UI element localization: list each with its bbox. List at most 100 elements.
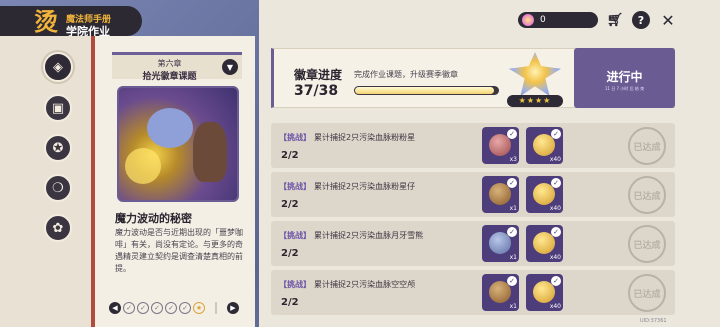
check-icon: ✓ [551,227,561,237]
task-row: 【挑战】 累计捕捉2只污染血脉月牙雪熊 2/2 ✓ x1 ✓ x40 已达成 [271,221,675,266]
reward-item[interactable]: ✓ x40 [526,176,563,213]
reward-item[interactable]: ✓ x3 [482,127,519,164]
task-count: 2/2 [281,297,299,308]
page-dot-current[interactable]: ★ [193,302,205,314]
page-dot-completed[interactable]: ✓ [151,302,163,314]
reward-item[interactable]: ✓ x1 [482,176,519,213]
check-icon: ✓ [551,276,561,286]
check-icon: ✓ [551,178,561,188]
header-title: 烫 魔法师手册 学院作业 [0,6,142,38]
chevron-down-icon[interactable]: ▼ [222,59,238,75]
reward-qty: x1 [509,205,517,212]
task-tag: 【挑战】 [279,231,311,240]
status-panel: 进行中 11 日 7 小时 后 结 束 [574,48,675,108]
task-text: 累计捕捉2只污染血脉粉粉星 [314,133,416,142]
task-row: 【挑战】 累计捕捉2只污染血脉空空颅 2/2 ✓ x1 ✓ x40 已达成 [271,270,675,315]
chapter-number: 第六章 [157,59,182,68]
gift-icon: ▣ [51,100,65,116]
reward-qty: x40 [549,205,561,212]
chapter-card: 第六章 拾光徽章课题 ▼ 魔力波动的秘密 魔力波动是否与近期出现的「噩梦咖啡」有… [91,36,255,327]
nav-bubble-button[interactable]: ❍ [44,174,72,202]
nav-gift-button[interactable]: ▣ [44,94,72,122]
badge-progress-bar [354,86,499,95]
completed-stamp: 已达成 [628,176,666,214]
reward-qty: x40 [549,156,561,163]
task-tag: 【挑战】 [279,280,311,289]
gem-icon [522,14,534,26]
badge-progress-count: 37/38 [294,83,339,99]
currency-value: 0 [540,15,546,25]
task-title: 【挑战】 累计捕捉2只污染血脉月牙雪熊 [279,230,423,241]
illustration-character [193,122,227,182]
reward-qty: x40 [549,303,561,310]
task-count: 2/2 [281,199,299,210]
book-icon: ◈ [53,59,63,75]
close-icon[interactable]: ✕ [659,11,677,30]
task-count: 2/2 [281,248,299,259]
chapter-illustration [117,86,239,202]
reward-qty: x1 [509,303,517,310]
status-label: 进行中 [606,70,643,84]
task-row: 【挑战】 累计捕捉2只污染血脉粉粉星 2/2 ✓ x3 ✓ x40 已达成 [271,123,675,168]
illustration-glow [125,148,161,184]
page-dot-completed[interactable]: ✓ [165,302,177,314]
check-icon: ✓ [551,129,561,139]
page-dot-completed[interactable]: ✓ [179,302,191,314]
chapter-header[interactable]: 第六章 拾光徽章课题 ▼ [112,52,242,82]
task-text: 累计捕捉2只污染血脉月牙雪熊 [314,231,424,240]
reward-qty: x3 [509,156,517,163]
illustration-creature [147,108,193,148]
nav-star-button[interactable]: ✪ [44,134,72,162]
page-dot-completed[interactable]: ✓ [137,302,149,314]
status-countdown: 11 日 7 小时 后 结 束 [604,86,645,91]
badge-star-rating: ★★★★ [507,95,563,107]
bubble-icon: ❍ [52,180,64,196]
reward-item[interactable]: ✓ x40 [526,225,563,262]
title-glyph: 烫 [34,7,58,36]
reward-item[interactable]: ✓ x1 [482,274,519,311]
story-body: 魔力波动是否与近期出现的「噩梦咖啡」有关，尚没有定论。与更多的奇遇精灵建立契约是… [115,228,243,273]
completed-stamp: 已达成 [628,127,666,165]
badge-progress-fill [355,87,495,94]
help-icon[interactable]: ? [632,11,650,29]
task-text: 累计捕捉2只污染血脉粉星仔 [314,182,416,191]
badge-progress-subtitle: 完成作业课题，升级赛季徽章 [354,70,458,79]
next-arrow-icon[interactable]: ▶ [227,302,239,314]
story-title: 魔力波动的秘密 [115,212,192,225]
nav-clover-button[interactable]: ✿ [44,214,72,242]
star-badge-icon: ✪ [52,140,64,156]
chapter-name: 拾光徽章课题 [142,72,197,82]
completed-stamp: 已达成 [628,274,666,312]
nav-chapter-button[interactable]: ◈ [43,52,73,82]
task-tag: 【挑战】 [279,182,311,191]
nav-rail: ◈ ▣ ✪ ❍ ✿ [0,36,91,327]
prev-arrow-icon[interactable]: ◀ [109,302,121,314]
clover-icon: ✿ [52,220,64,236]
task-title: 【挑战】 累计捕捉2只污染血脉空空颅 [279,279,415,290]
check-icon: ✓ [507,227,517,237]
task-row: 【挑战】 累计捕捉2只污染血脉粉星仔 2/2 ✓ x1 ✓ x40 已达成 [271,172,675,217]
badge-progress-title: 徽章进度 [294,68,343,82]
completed-stamp: 已达成 [628,225,666,263]
task-title: 【挑战】 累计捕捉2只污染血脉粉粉星 [279,132,415,143]
cart-icon[interactable]: 🛒︎ [606,11,624,29]
check-icon: ✓ [507,178,517,188]
check-icon: ✓ [507,129,517,139]
reward-item[interactable]: ✓ x40 [526,127,563,164]
uid-label: UID:37361 [640,318,667,324]
chapter-pager: ◀ ✓ ✓ ✓ ✓ ✓ ★ ▶ [109,300,249,316]
reward-item[interactable]: ✓ x1 [482,225,519,262]
task-tag: 【挑战】 [279,133,311,142]
page-dot-completed[interactable]: ✓ [123,302,135,314]
badge-star-icon [509,52,561,96]
pager-divider [215,302,217,314]
reward-qty: x1 [509,254,517,261]
season-badge-emblem[interactable]: ★★★★ [499,52,571,108]
reward-item[interactable]: ✓ x40 [526,274,563,311]
currency-display[interactable]: 0 [518,12,598,28]
reward-qty: x40 [549,254,561,261]
task-text: 累计捕捉2只污染血脉空空颅 [314,280,416,289]
task-count: 2/2 [281,150,299,161]
check-icon: ✓ [507,276,517,286]
task-title: 【挑战】 累计捕捉2只污染血脉粉星仔 [279,181,415,192]
